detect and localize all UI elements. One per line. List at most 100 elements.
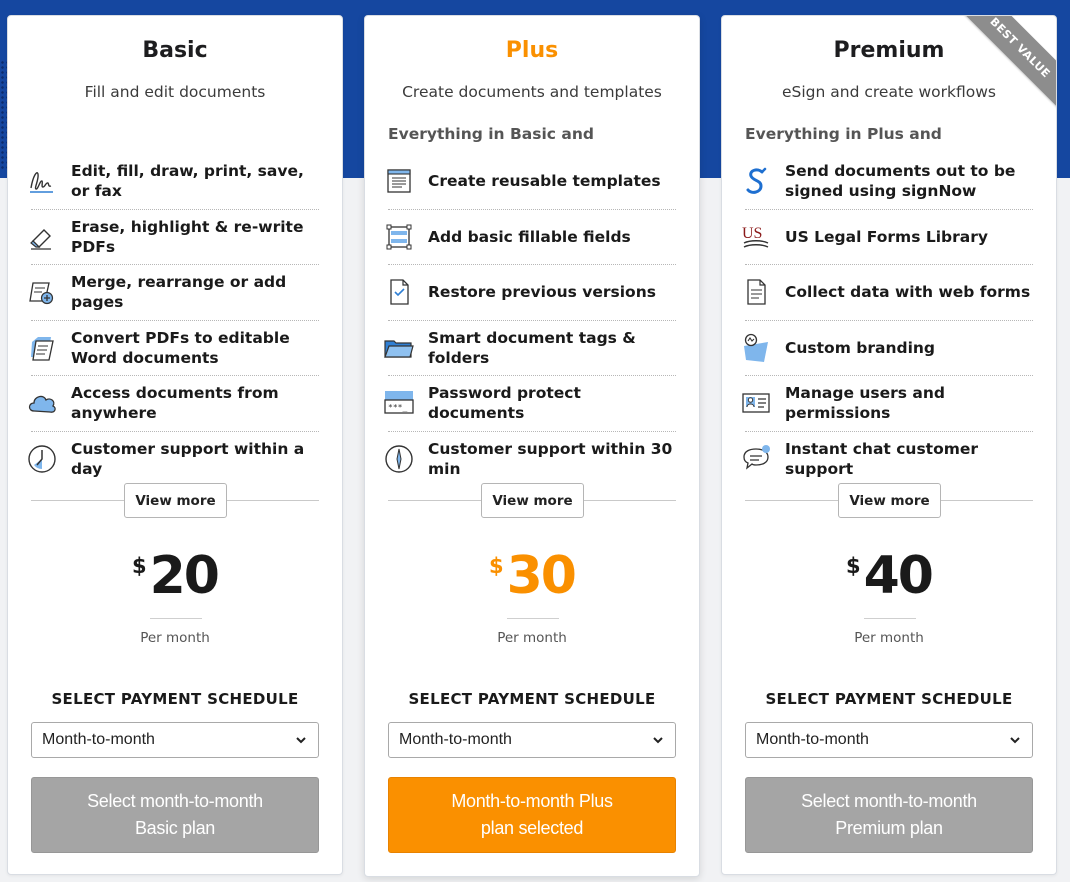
plan-card-basic: Basic Fill and edit documents Edit, fill… <box>7 15 343 875</box>
feature-text: Erase, highlight & re-write PDFs <box>71 217 304 256</box>
feature-text: Merge, rearrange or add pages <box>71 273 287 312</box>
feature-item: Customer support within 30 min <box>385 432 676 488</box>
cloud-icon <box>26 387 58 419</box>
currency-symbol: $ <box>846 554 861 578</box>
payment-schedule-label: SELECT PAYMENT SCHEDULE <box>765 690 1013 708</box>
button-label-line1: Select month-to-month <box>87 791 263 811</box>
chevron-down-icon <box>1008 733 1022 752</box>
feature-item: Instant chat customer support <box>743 432 1033 488</box>
chevron-down-icon <box>651 733 665 752</box>
feature-text: Smart document tags & folders <box>428 328 636 367</box>
branding-icon <box>740 332 772 364</box>
feature-text: Create reusable templates <box>428 172 661 191</box>
feature-text: Customer support within 30 min <box>428 440 673 479</box>
folder-icon <box>383 332 415 364</box>
eraser-icon <box>26 221 58 253</box>
selected-value: Month-to-month <box>756 731 869 748</box>
feature-text: Custom branding <box>785 338 936 357</box>
clock-icon <box>26 443 58 475</box>
plan-description: Fill and edit documents <box>84 83 266 101</box>
plan-card-plus: Plus Create documents and templates Ever… <box>364 15 700 877</box>
selected-value: Month-to-month <box>399 731 512 748</box>
feature-item: ***_ Password protect documents <box>384 376 676 432</box>
add-page-icon <box>26 276 58 308</box>
feature-item: Merge, rearrange or add pages <box>29 265 319 321</box>
feature-item: Send documents out to be signed using si… <box>745 154 1033 210</box>
price: $30 <box>365 546 699 606</box>
feature-item: Collect data with web forms <box>745 265 1033 321</box>
billing-period: Per month <box>854 630 924 646</box>
compass-clock-icon <box>383 443 415 475</box>
chevron-down-icon <box>294 733 308 752</box>
plan-name: Plus <box>505 38 559 63</box>
feature-item: Convert PDFs to editable Word documents <box>31 321 319 376</box>
button-label-line2: Basic plan <box>134 818 216 838</box>
payment-schedule-label: SELECT PAYMENT SCHEDULE <box>408 690 656 708</box>
select-plan-button[interactable]: Select month-to-month Basic plan <box>31 777 319 853</box>
feature-item: Edit, fill, draw, print, save, or fax <box>30 154 319 210</box>
restore-version-icon <box>383 276 415 308</box>
fillable-fields-icon <box>383 221 415 253</box>
select-plan-button[interactable]: Select month-to-month Premium plan <box>745 777 1033 853</box>
feature-item: Access documents from anywhere <box>28 376 319 432</box>
billing-period: Per month <box>140 630 210 646</box>
view-more-button[interactable]: View more <box>838 483 941 518</box>
feature-item: Customer support within a day <box>28 432 319 488</box>
price-amount: 20 <box>149 546 220 606</box>
feature-item: Manage users and permissions <box>742 376 1033 432</box>
us-legal-forms-icon: US <box>740 221 772 253</box>
payment-schedule-select[interactable]: Month-to-month <box>745 722 1033 758</box>
plan-name: Premium <box>833 38 945 63</box>
currency-symbol: $ <box>132 554 147 578</box>
feature-item: Custom branding <box>744 321 1033 376</box>
feature-item: Restore previous versions <box>388 265 676 321</box>
svg-text:US: US <box>742 225 762 242</box>
feature-text: Instant chat customer support <box>785 440 979 479</box>
billing-period: Per month <box>497 630 567 646</box>
password-icon: ***_ <box>383 387 415 419</box>
feature-text: Access documents from anywhere <box>71 384 279 423</box>
price-amount: 40 <box>863 546 934 606</box>
feature-item: Smart document tags & folders <box>384 321 676 376</box>
currency-symbol: $ <box>489 554 504 578</box>
price-amount: 30 <box>506 546 577 606</box>
signature-icon <box>26 165 58 197</box>
chat-icon <box>740 443 772 475</box>
plan-intro: Everything in Plus and <box>745 125 942 143</box>
feature-list: Send documents out to be signed using si… <box>742 154 1033 488</box>
feature-text: Manage users and permissions <box>785 384 946 423</box>
feature-text: Restore previous versions <box>428 283 656 302</box>
feature-list: Create reusable templates Add basic fill… <box>384 154 676 488</box>
view-more-button[interactable]: View more <box>481 483 584 518</box>
template-icon <box>383 165 415 197</box>
feature-item: Add basic fillable fields <box>386 210 676 265</box>
signnow-icon <box>740 165 772 197</box>
selected-value: Month-to-month <box>42 731 155 748</box>
price-divider <box>150 618 202 619</box>
price: $40 <box>722 546 1056 606</box>
feature-text: Edit, fill, draw, print, save, or fax <box>71 162 304 201</box>
plan-description: Create documents and templates <box>402 83 662 101</box>
feature-text: Convert PDFs to editable Word documents <box>71 328 290 367</box>
button-label-line1: Month-to-month Plus <box>451 791 613 811</box>
plan-name: Basic <box>142 38 208 63</box>
view-more-button[interactable]: View more <box>124 483 227 518</box>
feature-item: Erase, highlight & re-write PDFs <box>30 210 319 265</box>
button-label-line1: Select month-to-month <box>801 791 977 811</box>
plan-selected-button[interactable]: Month-to-month Plus plan selected <box>388 777 676 853</box>
payment-schedule-select[interactable]: Month-to-month <box>31 722 319 758</box>
feature-text: Send documents out to be signed using si… <box>785 162 1016 201</box>
plan-description: eSign and create workflows <box>782 83 996 101</box>
price: $20 <box>8 546 342 606</box>
feature-text: Password protect documents <box>428 384 581 423</box>
feature-text: Customer support within a day <box>71 440 305 479</box>
svg-text:***_: ***_ <box>388 403 407 412</box>
button-label-line2: Premium plan <box>835 818 943 838</box>
payment-schedule-select[interactable]: Month-to-month <box>388 722 676 758</box>
web-form-icon <box>740 276 772 308</box>
button-label-line2: plan selected <box>480 818 584 838</box>
plan-intro: Everything in Basic and <box>388 125 594 143</box>
users-icon <box>740 387 772 419</box>
feature-item: Create reusable templates <box>387 154 676 210</box>
feature-text: Collect data with web forms <box>785 283 1031 302</box>
